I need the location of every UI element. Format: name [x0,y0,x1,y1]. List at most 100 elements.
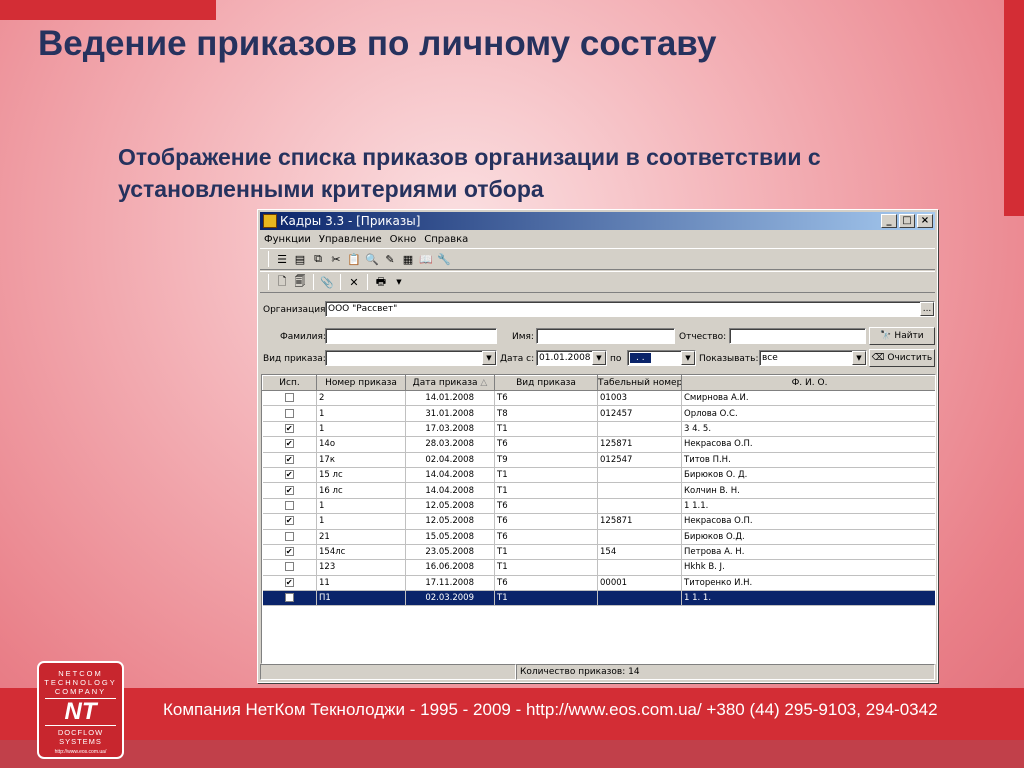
cell-done[interactable] [262,559,317,576]
table-row[interactable]: 123 16.06.2008 Т1 Hkhk В. J. [262,559,935,576]
patronymic-field[interactable] [729,328,866,344]
cell-done[interactable]: ✔ [262,513,317,530]
table-row[interactable]: ✔ 17к 02.04.2008 Т9 012547 Титов П.Н. [262,452,935,468]
table-row[interactable]: ✔ 154лс 23.05.2008 Т1 154 Петрова А. Н. [262,544,935,561]
open-doc-icon[interactable]: 🗐 [293,275,307,289]
card-icon[interactable]: ▤ [293,252,307,266]
show-select[interactable]: все ▼ [759,350,867,366]
cell-fio: Смирнова А.И. [681,390,935,407]
done-checkbox[interactable]: ✔ [284,454,294,464]
table-row[interactable]: ✔ 1 17.03.2008 Т1 3 4. 5. [262,421,935,438]
table-row[interactable]: ✔ 11 17.11.2008 Т6 00001 Титоренко И.Н. [262,575,935,592]
menu-help[interactable]: Справка [420,231,472,248]
col-header-type[interactable]: Вид приказа [494,375,598,391]
cell-number: 1 [316,421,406,438]
name-label: Имя: [512,332,534,342]
order-type-select[interactable]: ▼ [325,350,497,366]
table-row[interactable]: ✔ 14о 28.03.2008 Т6 125871 Некрасова О.П. [262,436,935,453]
cell-done[interactable] [262,529,317,545]
copy-icon[interactable]: ⧉ [311,252,325,266]
done-checkbox[interactable]: ✔ [284,516,294,526]
book-icon[interactable]: 📖 [419,252,433,266]
done-checkbox[interactable]: ✔ [284,547,294,557]
edit-icon[interactable]: ✎ [383,252,397,266]
cell-tab-number [597,467,682,484]
table-row[interactable]: 1 12.05.2008 Т6 1 1.1. [262,498,935,515]
find-button[interactable]: 🔭 Найти [869,327,935,345]
done-checkbox[interactable] [284,500,294,510]
table-row[interactable]: ✔ 15 лс 14.04.2008 Т1 Бирюков О. Д. [262,467,935,484]
table-icon[interactable]: ▦ [401,252,415,266]
done-checkbox[interactable] [284,408,294,418]
cell-number: 1 [316,405,406,422]
table-row[interactable]: 21 15.05.2008 Т6 Бирюков О.Д. [262,529,935,545]
attach-icon[interactable]: 📎 [320,275,334,289]
col-header-date[interactable]: Дата приказа △ [405,375,495,391]
done-checkbox[interactable]: ✔ [284,470,294,480]
cell-done[interactable] [262,590,317,607]
cell-done[interactable]: ✔ [262,421,317,438]
cell-done[interactable]: ✔ [262,467,317,484]
done-checkbox[interactable]: ✔ [284,485,294,495]
orders-table[interactable]: Исп. Номер приказа Дата приказа △ Вид пр… [261,374,936,664]
date-to-field[interactable]: . . ▼ [627,350,696,366]
cell-tab-number: 00001 [597,575,682,592]
close-button[interactable]: × [917,214,933,228]
menu-management[interactable]: Управление [315,231,386,248]
print-icon[interactable]: 🖶 [374,275,388,289]
menu-window[interactable]: Окно [386,231,421,248]
cell-type: Т9 [494,452,598,468]
date-from-field[interactable]: 01.01.2008 ▼ [536,350,607,366]
clear-button[interactable]: ⌫ Очистить [869,349,935,367]
clipboard-icon[interactable]: 📋 [347,252,361,266]
table-row[interactable]: ✔ 1 12.05.2008 Т6 125871 Некрасова О.П. [262,513,935,530]
cell-type: Т6 [494,390,598,407]
cell-done[interactable]: ✔ [262,575,317,592]
done-checkbox[interactable] [284,393,294,403]
minimize-button[interactable]: _ [881,214,897,228]
maximize-button[interactable]: □ [899,214,915,228]
col-header-done[interactable]: Исп. [262,375,317,391]
tools-icon[interactable]: 🔧 [437,252,451,266]
done-checkbox[interactable] [284,593,294,603]
cell-date: 17.11.2008 [405,575,495,592]
org-select-button[interactable]: ... [920,302,934,316]
chevron-down-icon[interactable]: ▼ [482,351,496,365]
cell-done[interactable] [262,498,317,515]
cell-done[interactable]: ✔ [262,482,317,499]
col-header-fio[interactable]: Ф. И. О. [681,375,935,391]
col-header-tab-number[interactable]: Табельный номер [597,375,682,391]
chevron-down-icon[interactable]: ▼ [392,275,406,289]
chevron-down-icon[interactable]: ▼ [681,351,695,365]
chevron-down-icon[interactable]: ▼ [852,351,866,365]
delete-icon[interactable]: ✕ [347,275,361,289]
new-doc-icon[interactable]: 🗋 [275,275,289,289]
cell-done[interactable] [262,390,317,407]
table-row[interactable]: П1 02.03.2009 Т1 1 1. 1. [262,590,935,607]
done-checkbox[interactable] [284,562,294,572]
cell-done[interactable]: ✔ [262,452,317,468]
table-row[interactable]: 2 14.01.2008 Т6 01003 Смирнова А.И. [262,390,935,407]
menu-functions[interactable]: Функции [260,231,315,248]
app-icon [263,214,277,228]
done-checkbox[interactable]: ✔ [284,423,294,433]
org-field[interactable]: ООО "Рассвет" ... [325,301,935,317]
list-icon[interactable]: ☰ [275,252,289,266]
cell-date: 02.03.2009 [405,590,495,607]
done-checkbox[interactable]: ✔ [284,577,294,587]
scissors-icon[interactable]: ✂ [329,252,343,266]
cell-done[interactable] [262,405,317,422]
cell-done[interactable]: ✔ [262,544,317,561]
cell-done[interactable]: ✔ [262,436,317,453]
surname-field[interactable] [325,328,497,344]
col-header-number[interactable]: Номер приказа [316,375,406,391]
table-row[interactable]: ✔ 16 лс 14.04.2008 Т1 Колчин В. Н. [262,482,935,499]
table-row[interactable]: 1 31.01.2008 Т8 012457 Орлова О.С. [262,405,935,422]
window-titlebar[interactable]: Кадры 3.3 - [Приказы] _ □ × [260,212,935,230]
done-checkbox[interactable]: ✔ [284,439,294,449]
name-field[interactable] [536,328,675,344]
chevron-down-icon[interactable]: ▼ [592,351,606,365]
done-checkbox[interactable] [284,531,294,541]
search-icon[interactable]: 🔍 [365,252,379,266]
cell-tab-number [597,590,682,607]
